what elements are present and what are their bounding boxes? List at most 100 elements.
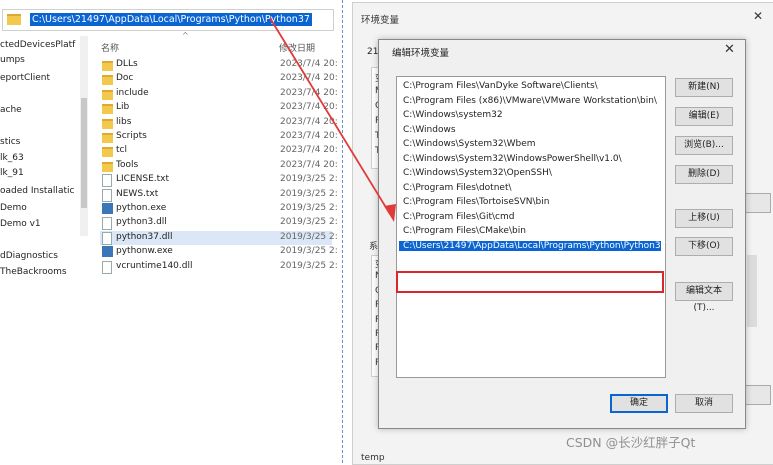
python-exe-icon — [102, 203, 113, 214]
path-entry[interactable]: C:\Windows\System32\OpenSSH\ — [403, 168, 552, 178]
file-row[interactable]: python.exe 2019/3/25 2: — [100, 202, 338, 216]
highlight-box — [396, 271, 664, 293]
path-entry[interactable]: C:\Program Files\CMake\bin — [403, 226, 526, 236]
nav-item[interactable]: umps — [0, 55, 25, 65]
file-row[interactable]: include 2023/7/4 20: — [100, 87, 338, 101]
column-header-name[interactable]: 名称 — [101, 41, 119, 54]
edit-text-button[interactable]: 编辑文本(T)... — [675, 282, 733, 313]
dialog-title: 编辑环境变量 — [392, 48, 450, 59]
dll-file-icon — [102, 231, 112, 245]
path-entry[interactable]: C:\Program Files\VanDyke Software\Client… — [403, 81, 598, 91]
file-date: 2019/3/25 2: — [280, 260, 338, 271]
file-row[interactable]: DLLs 2023/7/4 20: — [100, 58, 338, 72]
file-date: 2023/7/4 20: — [280, 87, 338, 98]
text-file-icon — [102, 174, 112, 188]
file-row[interactable]: Tools 2023/7/4 20: — [100, 159, 338, 173]
path-entry[interactable]: C:\Program Files (x86)\VMware\VMware Wor… — [403, 96, 657, 106]
close-icon[interactable]: ✕ — [724, 42, 735, 57]
nav-item[interactable]: ctedDevicesPlatf — [0, 40, 75, 50]
file-name: LICENSE.txt — [116, 174, 170, 185]
file-name: pythonw.exe — [116, 246, 173, 257]
path-entry[interactable]: C:\Windows\System32\Wbem — [403, 139, 536, 149]
delete-button[interactable]: 删除(D) — [675, 165, 733, 184]
folder-icon — [102, 161, 113, 172]
system-list-scrollbar[interactable] — [747, 255, 757, 327]
bottom-fragment: temp — [361, 453, 385, 463]
file-name: Doc — [116, 73, 134, 84]
column-header-date[interactable]: 修改日期 — [279, 41, 315, 54]
dll-file-icon — [102, 217, 112, 231]
nav-item[interactable]: Demo v1 — [0, 219, 41, 229]
file-date: 2023/7/4 20: — [280, 159, 338, 170]
nav-item[interactable]: ache — [0, 105, 22, 115]
nav-item[interactable]: TheBackrooms — [0, 267, 67, 277]
folder-icon — [102, 75, 113, 86]
cancel-button[interactable]: 取消 — [675, 394, 733, 413]
nav-item[interactable]: lk_91 — [0, 168, 24, 178]
file-row[interactable]: vcruntime140.dll 2019/3/25 2: — [100, 260, 338, 274]
edit-button[interactable]: 编辑(E) — [675, 107, 733, 126]
file-row[interactable]: tcl 2023/7/4 20: — [100, 144, 338, 158]
address-bar[interactable]: C:\Users\21497\AppData\Local\Programs\Py… — [2, 9, 334, 31]
nav-item[interactable]: oaded Installatic — [0, 186, 74, 196]
file-name: NEWS.txt — [116, 188, 159, 199]
nav-item[interactable]: eportClient — [0, 73, 50, 83]
file-date: 2023/7/4 20: — [280, 145, 338, 156]
file-row[interactable]: NEWS.txt 2019/3/25 2: — [100, 188, 338, 202]
path-entry[interactable]: C:\Windows — [403, 125, 456, 135]
move-up-button[interactable]: 上移(U) — [675, 209, 733, 228]
path-list[interactable]: C:\Program Files\VanDyke Software\Client… — [396, 76, 666, 378]
path-entry[interactable]: C:\Windows\system32 — [403, 110, 503, 120]
nav-item[interactable]: Demo — [0, 203, 27, 213]
close-icon[interactable]: ✕ — [753, 9, 763, 23]
file-date: 2023/7/4 20: — [280, 116, 338, 127]
nav-item[interactable]: stics — [0, 137, 20, 147]
nav-scrollbar[interactable] — [80, 36, 88, 236]
file-date: 2019/3/25 2: — [280, 217, 338, 228]
path-entry[interactable]: C:\Program Files\Git\cmd — [403, 212, 514, 222]
file-row[interactable]: python3.dll 2019/3/25 2: — [100, 216, 338, 231]
file-name: Tools — [116, 159, 139, 170]
folder-icon — [102, 118, 113, 129]
file-name: libs — [116, 116, 132, 127]
file-row[interactable]: Doc 2023/7/4 20: — [100, 72, 338, 86]
file-date: 2023/7/4 20: — [280, 102, 338, 113]
file-name: python37.dll — [116, 231, 173, 242]
file-row[interactable]: python37.dll 2019/3/25 2: — [100, 230, 338, 245]
user-edit-button[interactable] — [745, 193, 771, 213]
file-name: Lib — [116, 102, 130, 113]
new-button[interactable]: 新建(N) — [675, 78, 733, 97]
file-date: 2023/7/4 20: — [280, 73, 338, 84]
folder-icon — [102, 61, 113, 71]
file-row[interactable]: Lib 2023/7/4 20: — [100, 101, 338, 115]
nav-item[interactable]: lk_63 — [0, 153, 24, 163]
address-path[interactable]: C:\Users\21497\AppData\Local\Programs\Py… — [30, 13, 312, 26]
move-down-button[interactable]: 下移(O) — [675, 237, 733, 256]
navigation-pane: ctedDevicesPlatf umps eportClient ache stics… — [0, 33, 78, 463]
nav-item[interactable]: dDiagnostics — [0, 251, 58, 261]
file-row[interactable]: LICENSE.txt 2019/3/25 2: — [100, 173, 338, 188]
file-date: 2019/3/25 2: — [280, 174, 338, 185]
file-row[interactable]: Scripts 2023/7/4 20: — [100, 130, 338, 144]
system-edit-button[interactable] — [745, 385, 771, 405]
dll-file-icon — [102, 260, 112, 274]
file-date: 2023/7/4 20: — [280, 131, 338, 141]
folder-icon — [102, 147, 113, 158]
browse-button[interactable]: 浏览(B)... — [675, 136, 733, 155]
ok-button[interactable]: 确定 — [610, 394, 668, 413]
file-date: 2019/3/25 2: — [280, 246, 338, 257]
file-name: tcl — [116, 145, 127, 156]
path-entry[interactable]: C:\Program Files\dotnet\ — [403, 183, 512, 193]
path-entry[interactable]: C:\Program Files\TortoiseSVN\bin — [403, 197, 549, 207]
file-row[interactable]: libs 2023/7/4 20: — [100, 116, 338, 130]
file-name: DLLs — [116, 59, 138, 69]
file-date: 2019/3/25 2: — [280, 188, 338, 199]
python-exe-icon — [102, 246, 113, 258]
dashed-separator — [342, 0, 349, 463]
folder-icon — [102, 133, 113, 143]
path-entry[interactable]: C:\Users\21497\AppData\Local\Programs\Py… — [399, 240, 666, 251]
file-row[interactable]: pythonw.exe 2019/3/25 2: — [100, 245, 338, 259]
folder-icon — [7, 14, 21, 25]
path-entry[interactable]: C:\Windows\System32\WindowsPowerShell\v1… — [403, 154, 622, 164]
file-date: 2019/3/25 2: — [280, 203, 338, 213]
